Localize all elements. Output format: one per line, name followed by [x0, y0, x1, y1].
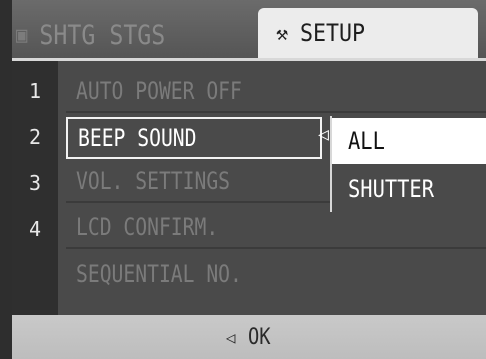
- camera-menu-screen: ▣ SHTG STGS ⚒ SETUP 1 2 3 4 AUTO POWER O…: [12, 0, 486, 359]
- wrench-icon: ⚒: [276, 21, 289, 45]
- camera-icon: ▣: [16, 22, 28, 48]
- menu-item-sequential-no[interactable]: SEQUENTIAL NO.: [66, 253, 486, 295]
- left-arrow-icon: ◁: [318, 124, 329, 145]
- menu-item-lcd-confirm[interactable]: LCD CONFIRM.: [66, 207, 486, 249]
- menu-item-label: AUTO POWER OFF: [76, 77, 242, 105]
- menu-item-label: BEEP SOUND: [78, 124, 197, 152]
- page-number-3: 3: [28, 171, 42, 195]
- page-number-2: 2: [28, 125, 42, 149]
- ok-label[interactable]: OK: [248, 325, 271, 350]
- tab-shooting-label: SHTG STGS: [39, 19, 166, 51]
- page-number-4: 4: [28, 217, 42, 241]
- tab-bar: ▣ SHTG STGS ⚒ SETUP: [12, 0, 486, 58]
- tab-shooting-settings[interactable]: ▣ SHTG STGS: [16, 12, 231, 58]
- tab-setup-label: SETUP: [300, 19, 366, 47]
- option-label: ALL: [348, 127, 385, 155]
- option-label: SHUTTER: [348, 175, 434, 203]
- menu-item-label: SEQUENTIAL NO.: [76, 260, 242, 288]
- menu-item-label: VOL. SETTINGS: [76, 167, 231, 195]
- page-number-1: 1: [28, 79, 42, 103]
- tab-setup[interactable]: ⚒ SETUP: [258, 8, 478, 58]
- menu-item-label: LCD CONFIRM.: [76, 213, 219, 241]
- option-all[interactable]: ALL: [332, 118, 486, 164]
- footer-bar: ◁ OK: [12, 315, 486, 359]
- page-number-column: 1 2 3 4: [12, 61, 58, 315]
- menu-item-auto-power-off[interactable]: AUTO POWER OFF: [66, 71, 486, 113]
- menu-item-beep-sound[interactable]: BEEP SOUND: [66, 117, 322, 159]
- left-triangle-icon: ◁: [225, 327, 236, 347]
- option-shutter[interactable]: SHUTTER: [332, 166, 486, 212]
- beep-sound-options: ALL SHUTTER: [330, 116, 486, 212]
